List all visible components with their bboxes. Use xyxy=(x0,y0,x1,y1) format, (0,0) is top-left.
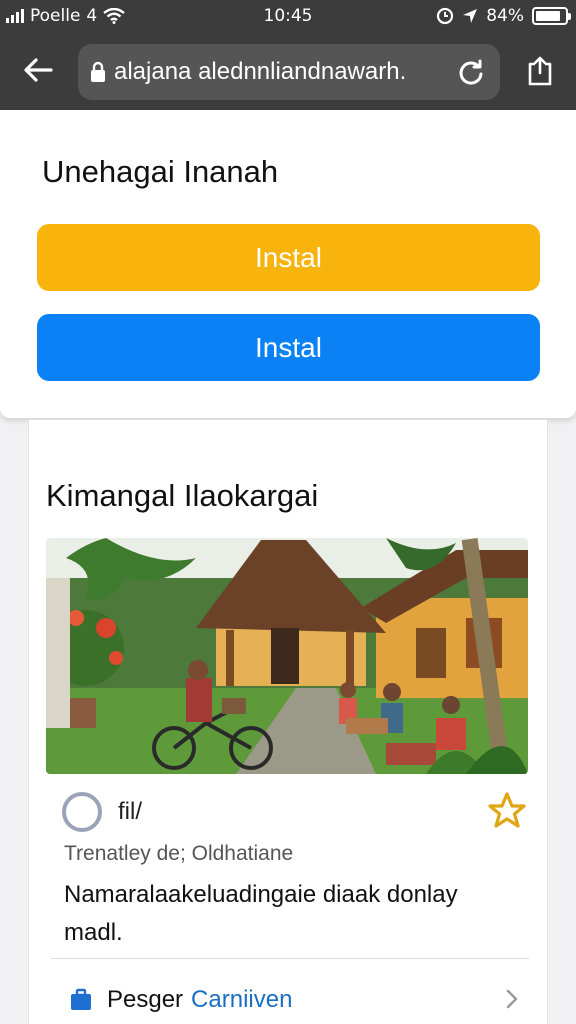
lock-icon xyxy=(91,61,105,82)
link-accent: Carniiven xyxy=(191,986,293,1013)
share-button[interactable] xyxy=(524,54,556,88)
install-button-primary[interactable]: Instal xyxy=(37,224,540,291)
divider xyxy=(51,958,529,959)
content-card: Kimangal Ilaokargai fil/ Trenatley de; O… xyxy=(28,420,548,1024)
sheet-title: Unehagai Inanah xyxy=(42,154,279,189)
card-description: Namaralaakeluadingaie diaak donlay madl. xyxy=(64,881,458,946)
install-sheet: Unehagai Inanah Instal Instal xyxy=(0,110,576,418)
link-row[interactable]: Pesger Carniiven xyxy=(51,980,529,1020)
avatar[interactable] xyxy=(62,792,102,832)
battery-level xyxy=(536,11,560,21)
status-right: 84% xyxy=(436,6,571,26)
card-subtitle: Trenatley de; Oldhatiane xyxy=(64,842,294,865)
reload-icon xyxy=(459,59,483,85)
address-bar[interactable]: alajana alednnliandnawarh. xyxy=(78,44,500,100)
briefcase-icon xyxy=(71,988,91,1010)
meta-label: fil/ xyxy=(118,798,142,825)
browser-toolbar: alajana alednnliandnawarh. xyxy=(0,34,576,110)
share-icon xyxy=(528,56,552,86)
alarm-icon xyxy=(437,7,454,25)
arrow-left-icon xyxy=(24,58,53,82)
location-arrow-icon xyxy=(463,9,478,23)
battery-icon xyxy=(532,7,571,25)
back-button[interactable] xyxy=(20,52,56,88)
village-photo[interactable] xyxy=(46,538,528,774)
battery-percent: 84% xyxy=(486,6,524,26)
card-title: Kimangal Ilaokargai xyxy=(46,478,319,513)
star-icon[interactable] xyxy=(486,790,528,832)
status-bar: Poelle 4 10:45 84% xyxy=(0,0,576,34)
meta-row: fil/ xyxy=(46,792,528,832)
link-label: Pesger xyxy=(107,986,184,1013)
install-button-secondary[interactable]: Instal xyxy=(37,314,540,381)
url-text: alajana alednnliandnawarh. xyxy=(114,58,407,85)
chevron-right-icon xyxy=(506,989,518,1009)
reload-button[interactable] xyxy=(454,55,488,89)
